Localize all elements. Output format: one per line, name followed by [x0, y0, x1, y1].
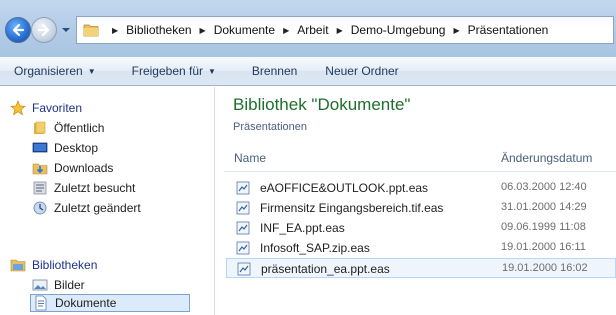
breadcrumb-arbeit[interactable]: Arbeit	[296, 23, 329, 37]
file-date: 06.03.2000 12:40	[501, 181, 587, 193]
header-divider	[224, 171, 616, 172]
desktop-icon	[32, 140, 48, 156]
recent-pages-dropdown[interactable]	[60, 24, 72, 36]
column-header-name[interactable]: Name	[234, 151, 266, 165]
file-row[interactable]: Firmensitz Eingangsbereich.tif.eas 31.01…	[226, 198, 616, 218]
content-pane: Bibliothek "Dokumente" Präsentationen Na…	[216, 87, 616, 315]
eas-file-icon	[236, 241, 250, 255]
file-name: Firmensitz Eingangsbereich.tif.eas	[260, 201, 444, 215]
chevron-down-icon: ▼	[208, 66, 216, 76]
nav-item-desktop[interactable]: Desktop	[32, 139, 98, 157]
breadcrumb-separator-icon[interactable]: ▶	[453, 26, 459, 35]
new-folder-button[interactable]: Neuer Ordner	[325, 64, 398, 78]
chevron-down-icon	[62, 28, 70, 32]
breadcrumb-demo-umgebung[interactable]: Demo-Umgebung	[350, 23, 447, 37]
libraries-icon	[10, 257, 26, 273]
file-name: präsentation_ea.ppt.eas	[261, 262, 390, 276]
breadcrumb-bibliotheken[interactable]: Bibliotheken	[125, 23, 192, 37]
file-date: 19.01.2000 16:02	[502, 262, 588, 274]
chevron-down-icon: ▼	[87, 66, 96, 76]
file-name: Infosoft_SAP.zip.eas	[260, 241, 370, 255]
nav-favorites-label: Favoriten	[32, 101, 83, 115]
nav-item-label: Zuletzt besucht	[54, 181, 136, 195]
back-button[interactable]	[5, 17, 31, 43]
nav-item-oeffentlich[interactable]: Öffentlich	[32, 119, 104, 137]
new-folder-label: Neuer Ordner	[325, 64, 399, 78]
file-row-selected[interactable]: präsentation_ea.ppt.eas 19.01.2000 16:02	[226, 258, 616, 278]
star-icon	[10, 100, 26, 116]
share-label: Freigeben für	[131, 64, 203, 78]
file-name: eAOFFICE&OUTLOOK.ppt.eas	[260, 181, 429, 195]
breadcrumb-separator-icon[interactable]: ▶	[337, 26, 343, 35]
file-row[interactable]: eAOFFICE&OUTLOOK.ppt.eas 06.03.2000 12:4…	[226, 178, 616, 198]
share-button[interactable]: Freigeben für ▼	[132, 64, 216, 78]
pictures-icon	[32, 277, 48, 293]
nav-item-label: Desktop	[54, 141, 99, 155]
eas-file-icon	[236, 201, 250, 215]
file-date: 09.06.1999 11:08	[501, 221, 586, 233]
file-date: 19.01.2000 16:11	[501, 241, 586, 253]
recent-places-icon	[32, 180, 48, 196]
file-name: INF_EA.ppt.eas	[260, 221, 345, 235]
command-toolbar: Organisieren ▼ Freigeben für ▼ Brennen N…	[0, 57, 616, 86]
file-row[interactable]: Infosoft_SAP.zip.eas 19.01.2000 16:11	[226, 238, 616, 258]
library-subtitle: Präsentationen	[233, 121, 307, 133]
folder-icon	[32, 120, 48, 136]
nav-item-downloads[interactable]: Downloads	[32, 159, 113, 177]
nav-item-zuletzt-besucht[interactable]: Zuletzt besucht	[32, 179, 135, 197]
breadcrumb-separator-icon[interactable]: ▶	[200, 26, 206, 35]
back-arrow-icon	[12, 23, 25, 37]
file-date: 31.01.2000 14:29	[501, 201, 587, 213]
nav-libraries-label: Bibliotheken	[32, 258, 98, 272]
address-bar-region: ▶ Bibliotheken ▶ Dokumente ▶ Arbeit ▶ De…	[0, 0, 616, 57]
recently-changed-icon	[32, 200, 48, 216]
navigation-pane: Favoriten Öffentlich Desktop Downloads Z…	[0, 87, 215, 315]
nav-item-zuletzt-geaendert[interactable]: Zuletzt geändert	[32, 199, 141, 217]
library-title: Bibliothek "Dokumente"	[233, 95, 411, 114]
nav-item-dokumente[interactable]: Dokumente	[30, 294, 190, 312]
folder-icon	[83, 24, 99, 37]
nav-item-label: Zuletzt geändert	[54, 201, 141, 215]
nav-item-label: Dokumente	[55, 296, 117, 310]
nav-item-label: Bilder	[54, 278, 85, 292]
nav-item-label: Öffentlich	[54, 121, 105, 135]
nav-item-bilder[interactable]: Bilder	[32, 276, 85, 294]
eas-file-icon	[236, 181, 250, 195]
documents-icon	[33, 295, 49, 311]
breadcrumb-praesentationen[interactable]: Präsentationen	[467, 23, 550, 37]
forward-arrow-icon	[37, 23, 50, 37]
downloads-folder-icon	[32, 160, 48, 176]
nav-libraries[interactable]: Bibliotheken	[10, 256, 97, 274]
column-header-date[interactable]: Änderungsdatum	[501, 151, 592, 165]
nav-favorites[interactable]: Favoriten	[10, 99, 82, 117]
breadcrumb-separator-icon[interactable]: ▶	[283, 26, 289, 35]
breadcrumb-separator-icon: ▶	[112, 25, 119, 35]
organize-button[interactable]: Organisieren ▼	[14, 64, 96, 78]
forward-button[interactable]	[31, 17, 57, 43]
file-row[interactable]: INF_EA.ppt.eas 09.06.1999 11:08	[226, 218, 616, 238]
organize-label: Organisieren	[14, 64, 83, 78]
breadcrumb-dokumente[interactable]: Dokumente	[213, 23, 276, 37]
nav-item-label: Downloads	[54, 161, 114, 175]
address-field[interactable]: ▶ Bibliotheken ▶ Dokumente ▶ Arbeit ▶ De…	[76, 16, 614, 44]
burn-button[interactable]: Brennen	[252, 64, 297, 78]
eas-file-icon	[236, 221, 250, 235]
burn-label: Brennen	[251, 64, 298, 78]
eas-file-icon	[237, 262, 251, 276]
